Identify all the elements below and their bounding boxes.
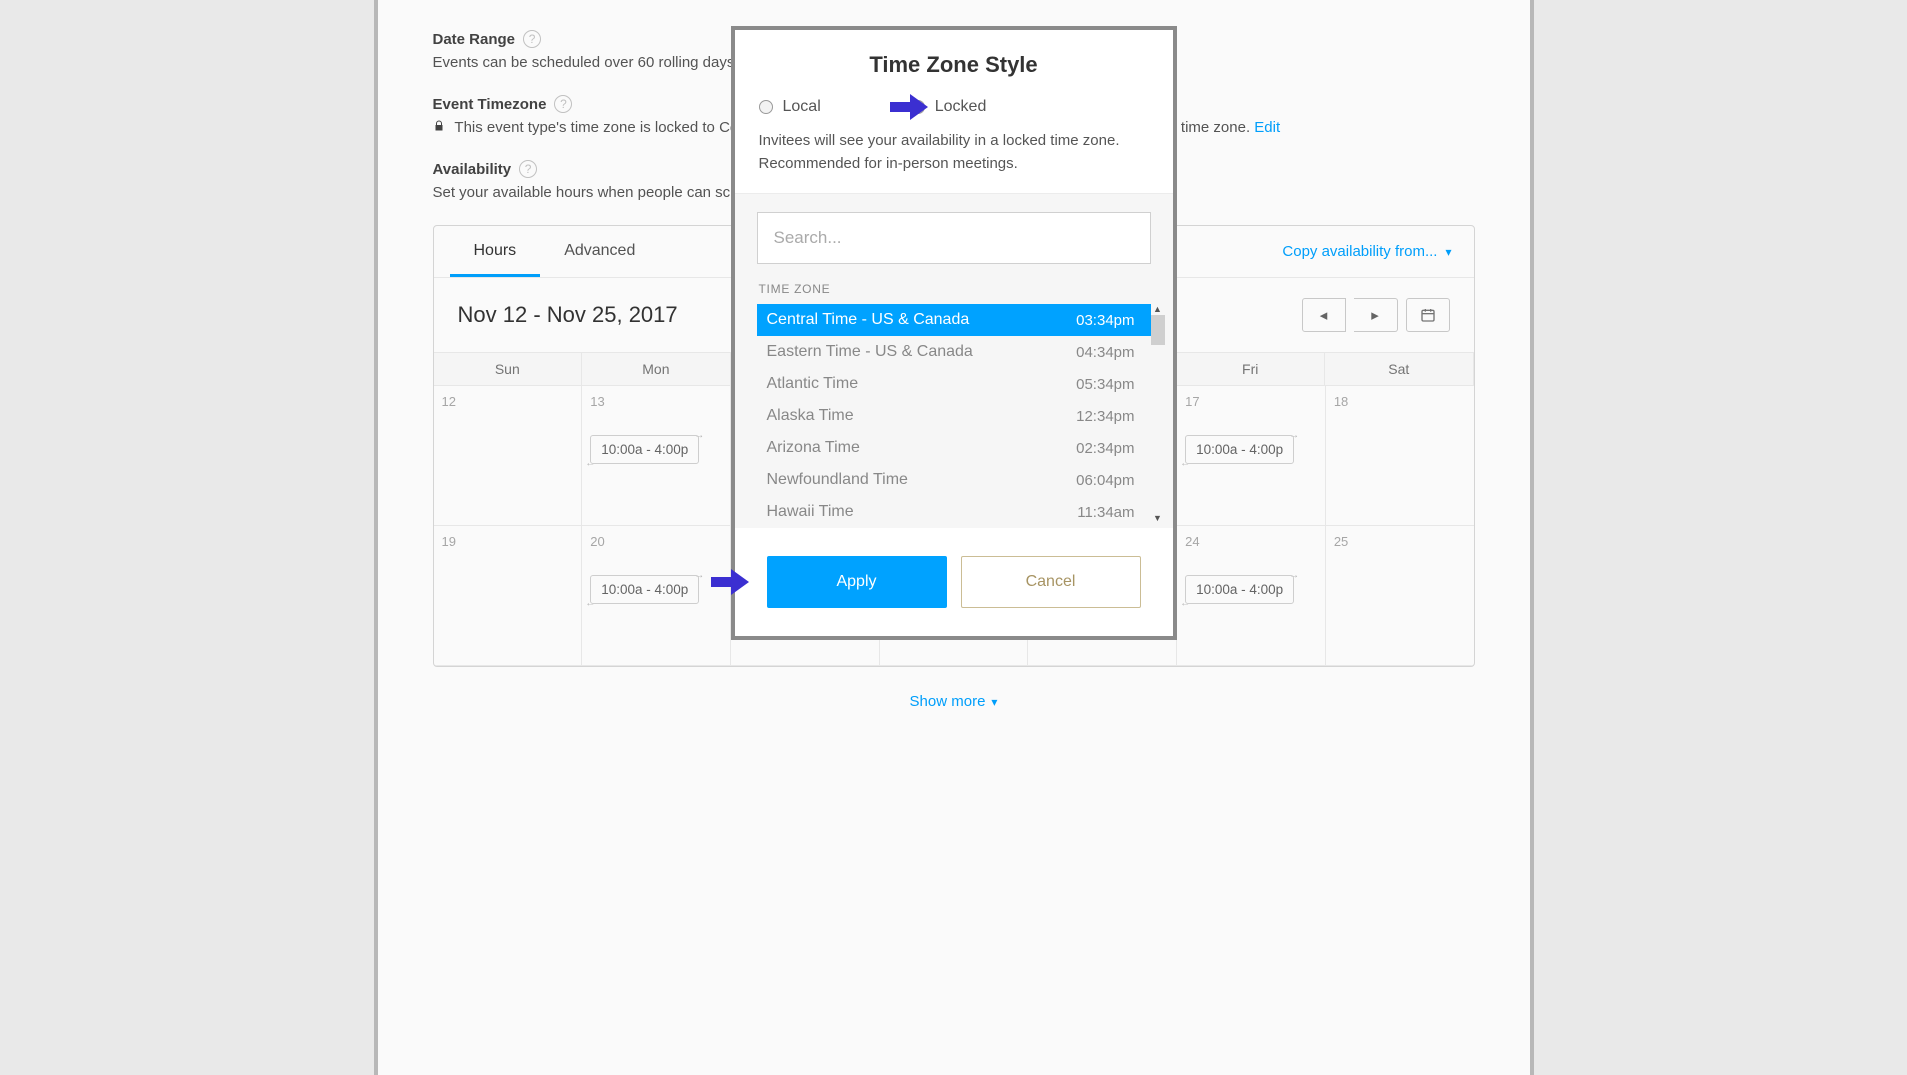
timezone-name: Alaska Time xyxy=(767,407,854,425)
calendar-cell[interactable]: 13 10:00a - 4:00p→← xyxy=(582,386,731,525)
timezone-name: Arizona Time xyxy=(767,439,860,457)
timezone-option[interactable]: Hawaii Time 11:34am xyxy=(757,496,1151,528)
timezone-time: 04:34pm xyxy=(1076,344,1134,361)
modal-description: Invitees will see your availability in a… xyxy=(735,130,1173,193)
calendar-day-header: Mon xyxy=(582,353,731,385)
timezone-option[interactable]: Newfoundland Time 06:04pm xyxy=(757,464,1151,496)
help-icon[interactable]: ? xyxy=(554,95,572,113)
timezone-name: Eastern Time - US & Canada xyxy=(767,343,973,361)
calendar-cell[interactable]: 24 10:00a - 4:00p→← xyxy=(1177,526,1326,665)
modal-title: Time Zone Style xyxy=(735,52,1173,78)
calendar-day-header: Fri xyxy=(1176,353,1325,385)
scrollbar-thumb[interactable] xyxy=(1151,315,1165,345)
calendar-date-number: 12 xyxy=(442,394,574,409)
calendar-date-number: 19 xyxy=(442,534,574,549)
calendar-cell[interactable]: 25 xyxy=(1326,526,1474,665)
timezone-name: Atlantic Time xyxy=(767,375,859,393)
calendar-day-header: Sun xyxy=(434,353,583,385)
timezone-name: Newfoundland Time xyxy=(767,471,908,489)
calendar-date-number: 17 xyxy=(1185,394,1317,409)
timezone-time: 11:34am xyxy=(1077,504,1134,521)
availability-slot[interactable]: 10:00a - 4:00p→← xyxy=(590,575,699,604)
availability-slot[interactable]: 10:00a - 4:00p→← xyxy=(1185,435,1294,464)
radio-local[interactable]: Local xyxy=(759,98,821,116)
availability-title: Availability ? xyxy=(433,160,538,178)
help-icon[interactable]: ? xyxy=(523,30,541,48)
prev-week-button[interactable]: ◂ xyxy=(1302,298,1346,332)
cancel-button[interactable]: Cancel xyxy=(961,556,1141,608)
timezone-option[interactable]: Eastern Time - US & Canada 04:34pm xyxy=(757,336,1151,368)
lock-icon xyxy=(433,120,445,135)
tab-advanced[interactable]: Advanced xyxy=(540,226,659,277)
calendar-button[interactable] xyxy=(1406,298,1450,332)
calendar-date-number: 24 xyxy=(1185,534,1317,549)
calendar-icon xyxy=(1420,307,1436,323)
calendar-day-header: Sat xyxy=(1325,353,1474,385)
scrollbar[interactable]: ▲ ▼ xyxy=(1151,304,1165,524)
calendar-cell[interactable]: 17 10:00a - 4:00p→← xyxy=(1177,386,1326,525)
annotation-arrow-icon xyxy=(711,569,749,595)
timezone-option[interactable]: Arizona Time 02:34pm xyxy=(757,432,1151,464)
availability-slot[interactable]: 10:00a - 4:00p→← xyxy=(590,435,699,464)
calendar-cell[interactable]: 12 xyxy=(434,386,583,525)
calendar-date-number: 13 xyxy=(590,394,722,409)
timezone-time: 06:04pm xyxy=(1076,472,1134,489)
calendar-cell[interactable]: 18 xyxy=(1326,386,1474,525)
timezone-list-header: TIME ZONE xyxy=(759,282,1151,296)
timezone-name: Central Time - US & Canada xyxy=(767,311,970,329)
calendar-date-number: 18 xyxy=(1334,394,1466,409)
chevron-down-icon: ▾ xyxy=(991,695,997,709)
timezone-search-input[interactable] xyxy=(757,212,1151,264)
timezone-time: 03:34pm xyxy=(1076,312,1134,329)
next-week-button[interactable]: ▸ xyxy=(1354,298,1398,332)
edit-timezone-link[interactable]: Edit xyxy=(1254,119,1280,136)
help-icon[interactable]: ? xyxy=(519,160,537,178)
calendar-date-number: 25 xyxy=(1334,534,1466,549)
annotation-arrow-icon xyxy=(890,94,928,120)
timezone-option[interactable]: Central Time - US & Canada 03:34pm xyxy=(757,304,1151,336)
timezone-time: 02:34pm xyxy=(1076,440,1134,457)
calendar-cell[interactable]: 19 xyxy=(434,526,583,665)
copy-availability-link[interactable]: Copy availability from... ▾ xyxy=(1282,243,1457,260)
timezone-time: 12:34pm xyxy=(1076,408,1134,425)
timezone-option[interactable]: Alaska Time 12:34pm xyxy=(757,400,1151,432)
radio-icon xyxy=(759,100,773,114)
timezone-name: Hawaii Time xyxy=(767,503,854,521)
tab-hours[interactable]: Hours xyxy=(450,226,541,277)
event-timezone-title: Event Timezone ? xyxy=(433,95,573,113)
availability-slot[interactable]: 10:00a - 4:00p→← xyxy=(1185,575,1294,604)
apply-button[interactable]: Apply xyxy=(767,556,947,608)
calendar-date-number: 20 xyxy=(590,534,722,549)
date-range-title: Date Range ? xyxy=(433,30,542,48)
timezone-time: 05:34pm xyxy=(1076,376,1134,393)
show-more-link[interactable]: Show more▾ xyxy=(433,667,1475,720)
date-range-label: Nov 12 - Nov 25, 2017 xyxy=(458,302,678,328)
timezone-option[interactable]: Atlantic Time 05:34pm xyxy=(757,368,1151,400)
calendar-cell[interactable]: 20 10:00a - 4:00p→← xyxy=(582,526,731,665)
scroll-up-icon[interactable]: ▲ xyxy=(1153,304,1162,315)
scroll-down-icon[interactable]: ▼ xyxy=(1153,513,1162,524)
chevron-down-icon: ▾ xyxy=(1445,245,1451,259)
timezone-style-modal: Time Zone Style Local Locked Invitees wi… xyxy=(731,26,1177,640)
